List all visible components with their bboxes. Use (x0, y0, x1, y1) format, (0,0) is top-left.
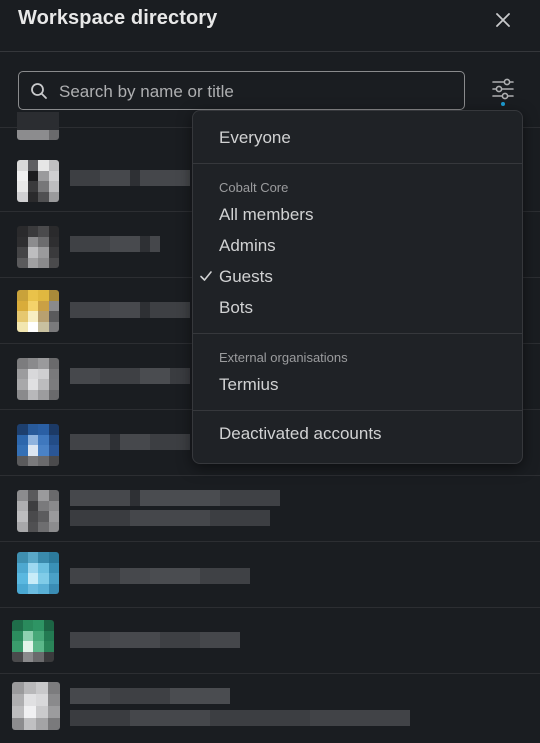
menu-item-label: Deactivated accounts (219, 424, 382, 443)
redacted-text (70, 368, 190, 384)
menu-divider (193, 163, 522, 164)
avatar (17, 290, 59, 332)
redacted-text (70, 236, 160, 252)
menu-item-label: Termius (219, 375, 279, 394)
avatar (17, 490, 59, 532)
header: Workspace directory (0, 0, 540, 52)
checkmark-icon (200, 271, 212, 281)
avatar (17, 160, 59, 202)
menu-item-label: Bots (219, 298, 254, 317)
redacted-text (70, 688, 230, 704)
page-title: Workspace directory (18, 7, 218, 29)
list-item[interactable] (0, 476, 540, 542)
avatar (17, 424, 59, 466)
list-item[interactable] (0, 674, 540, 743)
list-item[interactable] (0, 542, 540, 608)
menu-item-everyone[interactable]: Everyone (193, 123, 522, 153)
menu-item-all-members[interactable]: All members (193, 200, 522, 230)
menu-item-label: Guests (219, 267, 273, 286)
filter-active-dot (501, 102, 505, 106)
redacted-text (70, 302, 190, 318)
redacted-text (70, 434, 190, 450)
redacted-text (70, 632, 240, 648)
menu-item-label: All members (219, 205, 314, 224)
avatar (17, 112, 59, 140)
close-icon (496, 13, 510, 27)
menu-item-admins[interactable]: Admins (193, 231, 522, 261)
menu-divider (193, 333, 522, 334)
avatar (17, 358, 59, 400)
avatar (12, 682, 60, 730)
workspace-directory-panel: Workspace directory Search by name or ti… (0, 0, 540, 743)
menu-item-deactivated-accounts[interactable]: Deactivated accounts (193, 419, 522, 449)
menu-item-label: Admins (219, 236, 276, 255)
close-button[interactable] (488, 5, 518, 35)
filter-button[interactable] (488, 76, 518, 108)
menu-group-heading: Cobalt Core (219, 180, 289, 195)
filter-menu: Everyone Cobalt Core All members Admins … (192, 110, 523, 464)
redacted-text (70, 568, 250, 584)
avatar (12, 620, 54, 662)
menu-item-bots[interactable]: Bots (193, 293, 522, 323)
search-box[interactable] (18, 71, 465, 110)
redacted-text (70, 170, 190, 186)
menu-item-label: Everyone (219, 128, 291, 147)
menu-group-heading: External organisations (219, 350, 348, 365)
redacted-text (70, 710, 410, 726)
avatar (17, 552, 59, 594)
redacted-text (70, 490, 280, 506)
search-input[interactable] (57, 76, 461, 108)
redacted-text (70, 510, 270, 526)
list-item[interactable] (0, 608, 540, 674)
avatar (17, 226, 59, 268)
menu-divider (193, 410, 522, 411)
sliders-icon (492, 78, 514, 100)
search-icon (31, 83, 47, 99)
menu-item-guests[interactable]: Guests (193, 262, 522, 292)
menu-item-termius[interactable]: Termius (193, 370, 522, 400)
